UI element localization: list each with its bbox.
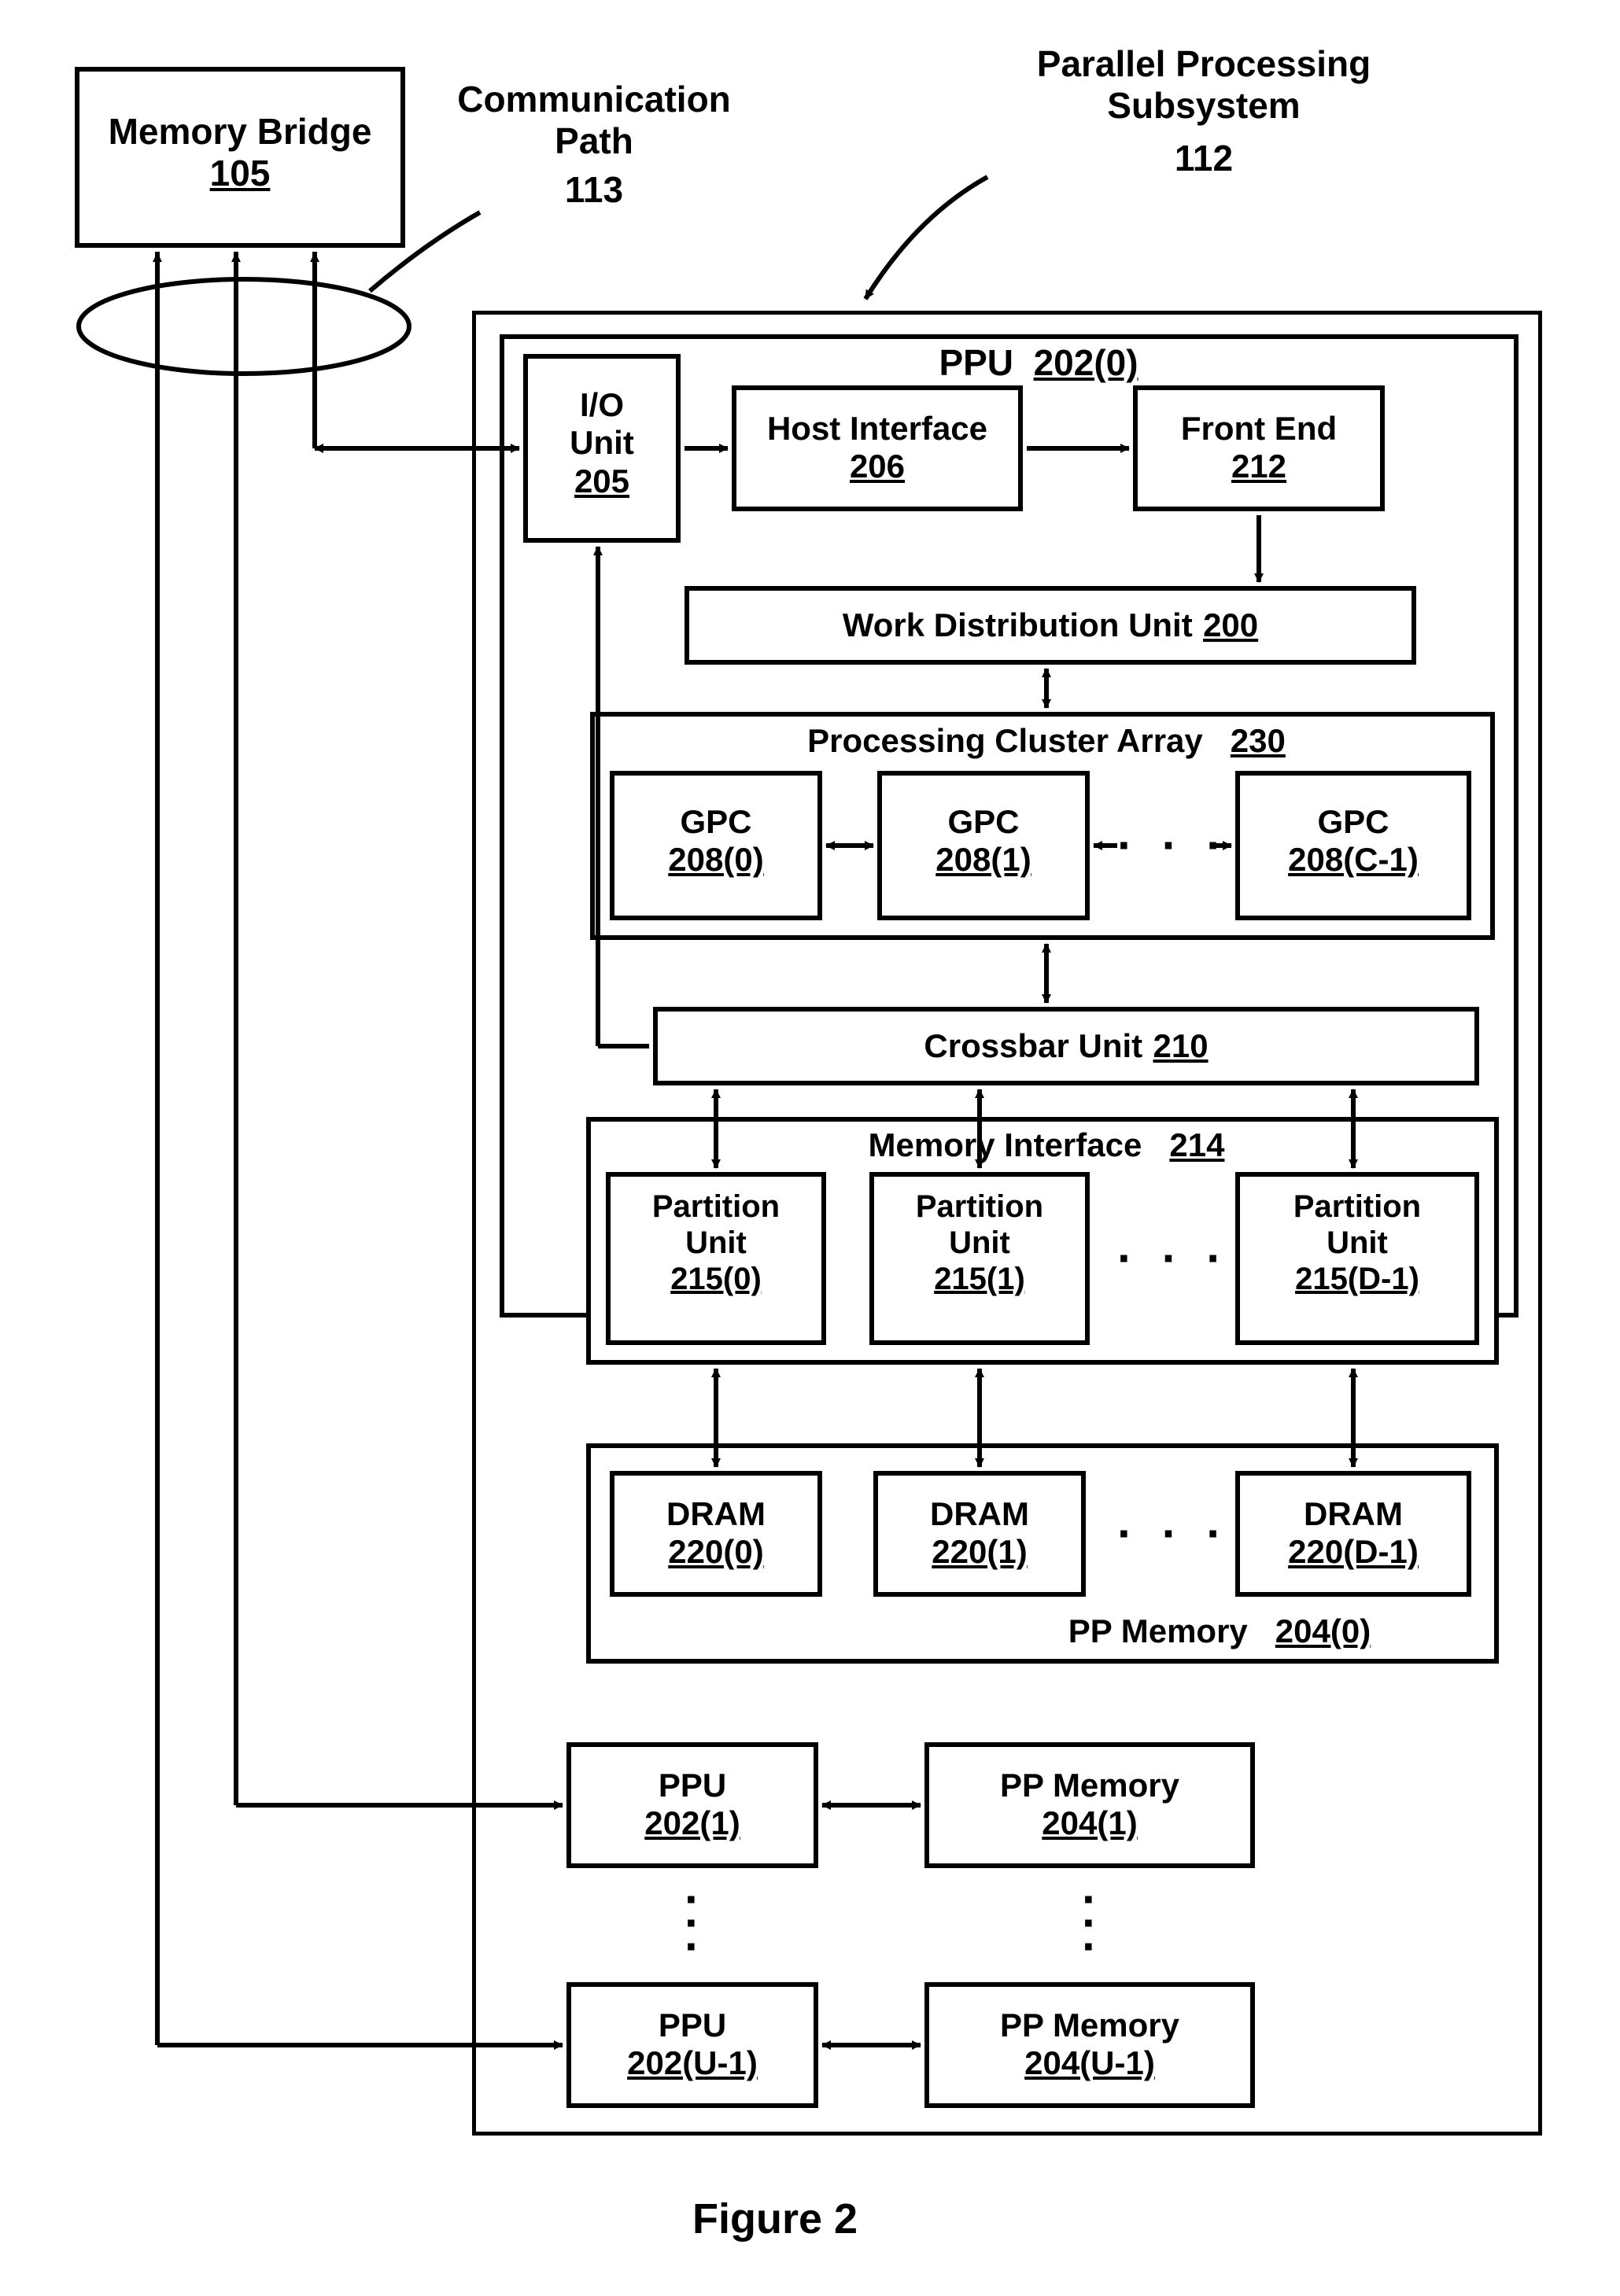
- ppmem0-title: PP Memory 204(0): [968, 1612, 1471, 1650]
- gpc0-num: 208(0): [614, 841, 817, 879]
- dramD-box: DRAM 220(D-1): [1235, 1471, 1471, 1597]
- diagram-canvas: Memory Bridge 105 Communication Path 113…: [0, 0, 1620, 2296]
- host-if-box: Host Interface 206: [732, 385, 1023, 511]
- ppmem0-label: PP Memory: [1068, 1612, 1248, 1649]
- memory-bridge-label: Memory Bridge: [79, 111, 400, 153]
- io-unit-label: I/O Unit: [528, 386, 676, 463]
- part0-box: Partition Unit 215(0): [606, 1172, 826, 1345]
- comm-path-num: 113: [535, 169, 653, 211]
- ppmem1-num: 204(1): [929, 1804, 1250, 1842]
- io-unit-num: 205: [528, 463, 676, 500]
- ppuU-label: PPU: [571, 2007, 814, 2044]
- host-if-label: Host Interface: [736, 410, 1018, 448]
- part1-label: Partition Unit: [874, 1189, 1085, 1261]
- partD-label: Partition Unit: [1240, 1189, 1474, 1261]
- ppmemU-box: PP Memory 204(U-1): [924, 1982, 1255, 2108]
- gpc1-num: 208(1): [882, 841, 1085, 879]
- gpc-ellipsis: · · ·: [1117, 818, 1230, 872]
- ppuU-num: 202(U-1): [571, 2044, 814, 2082]
- mem-if-title: Memory Interface 214: [771, 1126, 1322, 1164]
- mem-if-label: Memory Interface: [869, 1126, 1142, 1163]
- wdu-num: 200: [1203, 606, 1258, 643]
- gpc1-label: GPC: [882, 803, 1085, 841]
- partD-box: Partition Unit 215(D-1): [1235, 1172, 1479, 1345]
- gpc0-box: GPC 208(0): [610, 771, 822, 920]
- ppmem-ellipsis: ···: [1082, 1888, 1098, 1959]
- part0-label: Partition Unit: [611, 1189, 821, 1261]
- crossbar-num: 210: [1153, 1027, 1208, 1064]
- ppmemU-label: PP Memory: [929, 2007, 1250, 2044]
- memory-bridge-box: Memory Bridge 105: [75, 67, 405, 248]
- part0-num: 215(0): [611, 1261, 821, 1297]
- ppu1-box: PPU 202(1): [566, 1742, 818, 1868]
- front-end-num: 212: [1138, 448, 1380, 485]
- ppu0-label: PPU: [939, 342, 1013, 383]
- ppmemU-num: 204(U-1): [929, 2044, 1250, 2082]
- ppu0-num: 202(0): [1034, 342, 1138, 383]
- wdu-box: Work Distribution Unit 200: [685, 586, 1416, 665]
- pca-num: 230: [1231, 722, 1286, 759]
- dramD-num: 220(D-1): [1240, 1533, 1467, 1571]
- pp-subsystem-num: 112: [1117, 138, 1290, 179]
- crossbar-label: Crossbar Unit: [924, 1027, 1142, 1064]
- front-end-box: Front End 212: [1133, 385, 1385, 511]
- figure-caption: Figure 2: [692, 2195, 858, 2243]
- memory-bridge-num: 105: [79, 153, 400, 194]
- dram0-label: DRAM: [614, 1495, 817, 1533]
- part1-box: Partition Unit 215(1): [869, 1172, 1090, 1345]
- gpcC-num: 208(C-1): [1240, 841, 1467, 879]
- pca-label: Processing Cluster Array: [807, 722, 1203, 759]
- ppuU-box: PPU 202(U-1): [566, 1982, 818, 2108]
- dram-ellipsis: · · ·: [1117, 1506, 1230, 1561]
- dram0-num: 220(0): [614, 1533, 817, 1571]
- gpcC-box: GPC 208(C-1): [1235, 771, 1471, 920]
- ppmem1-label: PP Memory: [929, 1767, 1250, 1804]
- gpc1-box: GPC 208(1): [877, 771, 1090, 920]
- pp-subsystem-label: Parallel Processing Subsystem: [999, 43, 1408, 127]
- dram1-label: DRAM: [878, 1495, 1081, 1533]
- gpcC-label: GPC: [1240, 803, 1467, 841]
- wdu-label: Work Distribution Unit: [843, 606, 1193, 643]
- dram1-num: 220(1): [878, 1533, 1081, 1571]
- io-unit-box: I/O Unit 205: [523, 354, 681, 543]
- host-if-num: 206: [736, 448, 1018, 485]
- pca-title: Processing Cluster Array 230: [692, 722, 1400, 760]
- dram0-box: DRAM 220(0): [610, 1471, 822, 1597]
- ppmem0-num: 204(0): [1275, 1612, 1371, 1649]
- front-end-label: Front End: [1138, 410, 1380, 448]
- ppu0-title: PPU 202(0): [897, 342, 1180, 384]
- partD-num: 215(D-1): [1240, 1261, 1474, 1297]
- dramD-label: DRAM: [1240, 1495, 1467, 1533]
- part-ellipsis: · · ·: [1117, 1231, 1230, 1285]
- mem-if-num: 214: [1169, 1126, 1224, 1163]
- ppu1-label: PPU: [571, 1767, 814, 1804]
- crossbar-box: Crossbar Unit 210: [653, 1007, 1479, 1085]
- ppu-ellipsis: ···: [685, 1888, 700, 1959]
- ppmem1-box: PP Memory 204(1): [924, 1742, 1255, 1868]
- comm-path-label: Communication Path: [437, 79, 751, 162]
- dram1-box: DRAM 220(1): [873, 1471, 1086, 1597]
- part1-num: 215(1): [874, 1261, 1085, 1297]
- gpc0-label: GPC: [614, 803, 817, 841]
- ppu1-num: 202(1): [571, 1804, 814, 1842]
